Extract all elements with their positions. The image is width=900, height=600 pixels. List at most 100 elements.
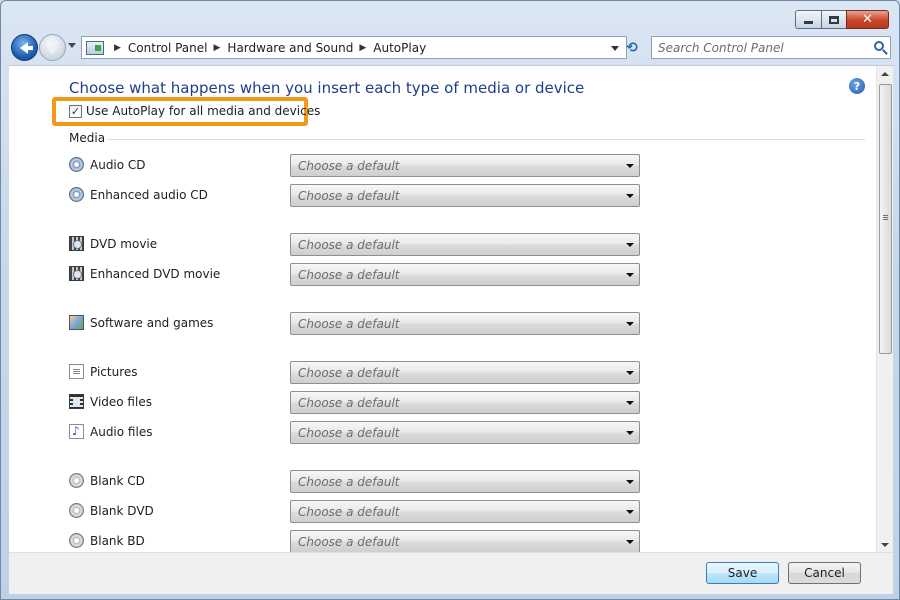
audio-files-default-select[interactable]: Choose a default [290,421,640,444]
enhanced-dvd-movie-icon [69,266,84,281]
dropdown-value: Choose a default [298,505,400,519]
dropdown-value: Choose a default [298,396,400,410]
media-item-label: Enhanced audio CD [90,188,208,202]
chevron-down-icon [626,273,634,277]
dropdown-value: Choose a default [298,159,400,173]
breadcrumb-separator-icon[interactable]: ▶ [359,43,366,53]
close-icon: ✕ [862,12,873,27]
chevron-down-icon [626,322,634,326]
breadcrumb-control-panel[interactable]: Control Panel [128,41,208,55]
cancel-button[interactable]: Cancel [788,562,861,584]
media-item-label: Software and games [90,316,214,330]
media-item-pictures: Pictures Choose a default [69,361,649,384]
grip-icon [883,215,888,216]
dropdown-value: Choose a default [298,366,400,380]
forward-button[interactable] [39,34,66,61]
media-item-blank-bd: Blank BD Choose a default [69,530,649,553]
autoplay-checkbox[interactable]: ✓ [69,104,82,118]
blank-cd-icon [69,473,84,488]
video-files-icon [69,394,84,409]
breadcrumb-separator-icon[interactable]: ▶ [214,43,221,53]
dropdown-value: Choose a default [298,238,400,252]
back-button[interactable] [11,34,38,61]
section-divider [107,139,865,140]
chevron-down-icon [626,540,634,544]
enhanced-audio-cd-icon [69,187,84,202]
autoplay-option[interactable]: ✓ Use AutoPlay for all media and devices [69,104,320,118]
software-games-icon [69,315,84,330]
blank-cd-default-select[interactable]: Choose a default [290,470,640,493]
help-icon[interactable]: ? [849,78,865,94]
blank-bd-default-select[interactable]: Choose a default [290,530,640,553]
maximize-icon [829,15,839,24]
control-panel-icon [86,40,104,55]
breadcrumb-hardware-and-sound[interactable]: Hardware and Sound [227,41,353,55]
blank-dvd-default-select[interactable]: Choose a default [290,500,640,523]
dropdown-value: Choose a default [298,317,400,331]
main-content: ? Choose what happens when you insert ea… [9,65,893,553]
checkmark-icon: ✓ [70,104,81,118]
dropdown-value: Choose a default [298,426,400,440]
media-item-label: Enhanced DVD movie [90,267,221,281]
pictures-icon [69,364,84,379]
media-item-video-files: Video files Choose a default [69,391,649,414]
address-dropdown-icon[interactable] [611,46,619,51]
dropdown-value: Choose a default [298,535,400,549]
chevron-down-icon [626,431,634,435]
breadcrumb: ▶ Control Panel ▶ Hardware and Sound ▶ A… [108,41,426,55]
scrollbar-thumb[interactable] [879,84,892,354]
dropdown-value: Choose a default [298,268,400,282]
address-bar[interactable]: ▶ Control Panel ▶ Hardware and Sound ▶ A… [81,36,627,59]
media-item-label: Audio files [90,425,153,439]
media-item-blank-dvd: Blank DVD Choose a default [69,500,649,523]
chevron-down-icon [626,371,634,375]
maximize-button[interactable] [821,10,846,29]
recent-pages-dropdown-icon[interactable] [68,43,76,48]
media-item-enhanced-audio-cd: Enhanced audio CD Choose a default [69,184,649,207]
search-box[interactable] [651,36,891,59]
scroll-up-icon[interactable] [881,72,889,76]
chevron-down-icon [626,510,634,514]
media-item-enhanced-dvd-movie: Enhanced DVD movie Choose a default [69,263,649,286]
minimize-button[interactable] [795,10,821,29]
media-item-label: Video files [90,395,152,409]
blank-dvd-icon [69,503,84,518]
autoplay-checkbox-label[interactable]: Use AutoPlay for all media and devices [86,104,320,118]
dvd-movie-default-select[interactable]: Choose a default [290,233,640,256]
back-arrow-icon [19,41,33,54]
audio-cd-icon [69,157,84,172]
pictures-default-select[interactable]: Choose a default [290,361,640,384]
minimize-icon [804,21,813,24]
enhanced-audio-cd-default-select[interactable]: Choose a default [290,184,640,207]
video-files-default-select[interactable]: Choose a default [290,391,640,414]
media-item-label: DVD movie [90,237,158,251]
vertical-scrollbar[interactable] [876,66,893,553]
breadcrumb-separator-icon[interactable]: ▶ [114,43,121,53]
page-title: Choose what happens when you insert each… [69,79,585,97]
chevron-down-icon [626,164,634,168]
refresh-icon: ⟲ [626,39,638,56]
media-item-label: Audio CD [90,158,146,172]
media-section-label: Media [69,131,106,145]
chevron-down-icon [626,480,634,484]
media-item-label: Pictures [90,365,138,379]
media-item-audio-files: Audio files Choose a default [69,421,649,444]
breadcrumb-autoplay[interactable]: AutoPlay [373,41,426,55]
scroll-down-icon[interactable] [881,543,889,547]
search-icon[interactable] [874,41,884,51]
audio-cd-default-select[interactable]: Choose a default [290,154,640,177]
search-input[interactable] [658,40,868,55]
save-button[interactable]: Save [706,562,779,584]
close-button[interactable]: ✕ [846,10,889,29]
media-item-audio-cd: Audio CD Choose a default [69,154,649,177]
media-item-software-and-games: Software and games Choose a default [69,312,649,335]
refresh-button[interactable]: ⟲ [621,36,643,59]
dvd-movie-icon [69,236,84,251]
dropdown-value: Choose a default [298,475,400,489]
forward-arrow-icon [49,41,58,54]
media-item-label: Blank BD [90,534,145,548]
enhanced-dvd-movie-default-select[interactable]: Choose a default [290,263,640,286]
blank-bd-icon [69,533,84,548]
chevron-down-icon [626,401,634,405]
software-and-games-default-select[interactable]: Choose a default [290,312,640,335]
